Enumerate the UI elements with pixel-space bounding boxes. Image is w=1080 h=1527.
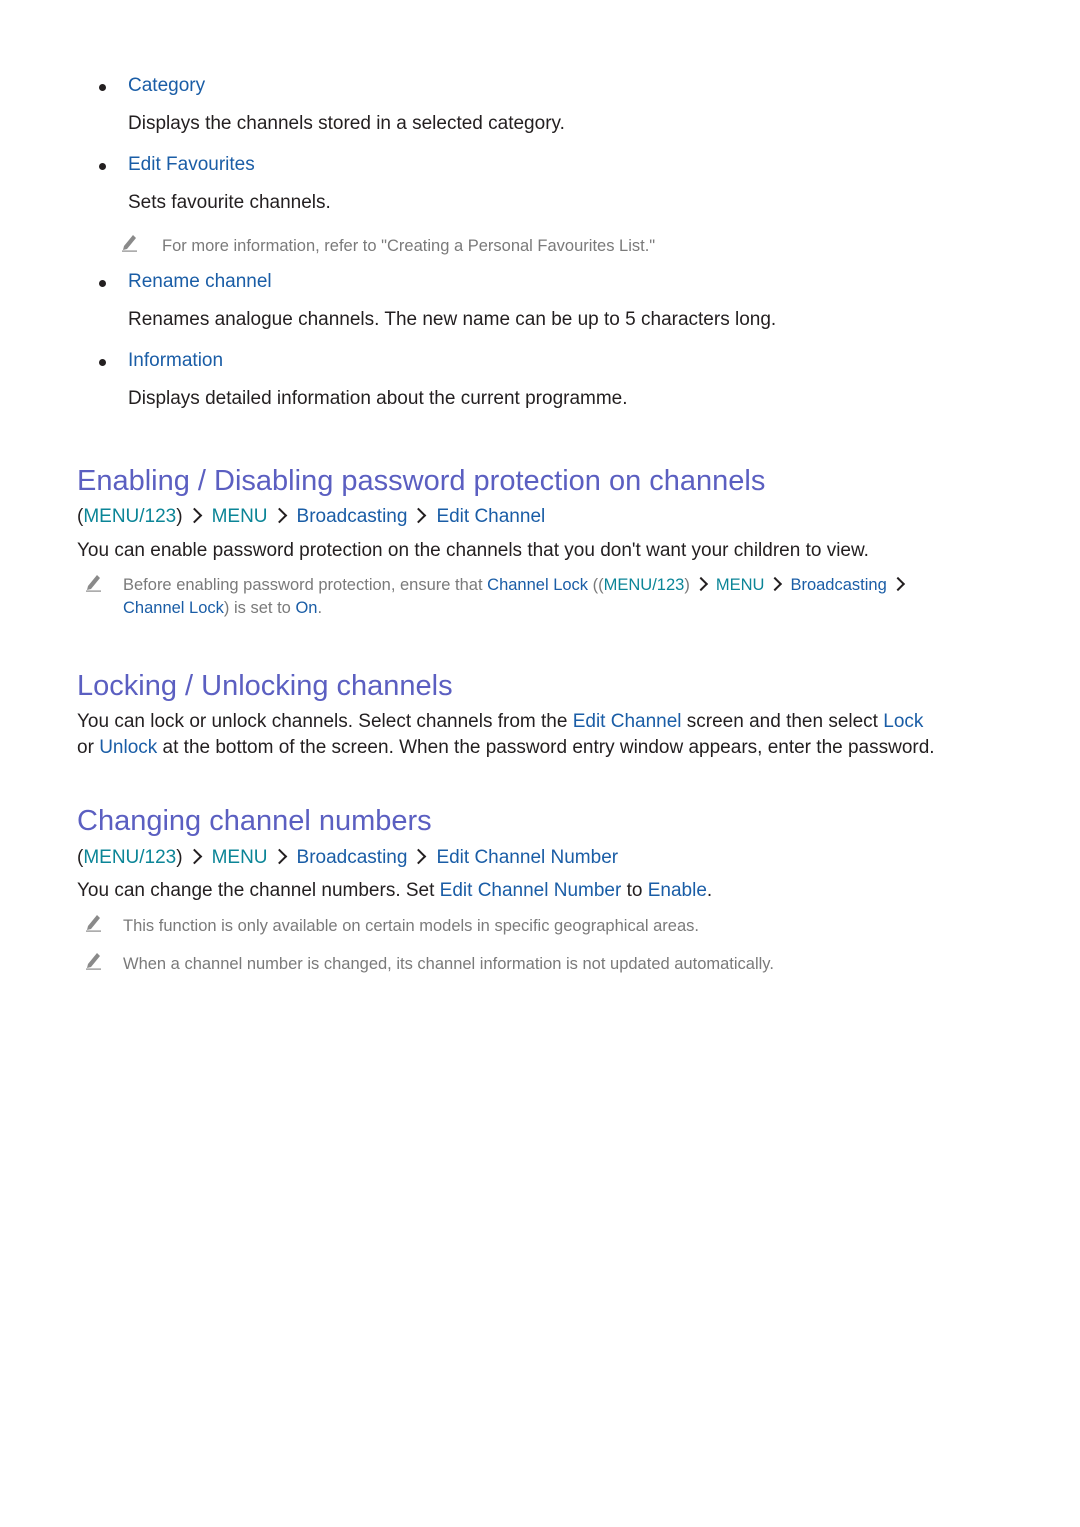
ui-term: Channel Lock [123, 599, 224, 617]
text-run: at the bottom of the screen. When the pa… [157, 737, 935, 758]
text-run: to [621, 880, 648, 901]
note-text: This function is only available on certa… [123, 914, 699, 938]
option-title-category: Category [128, 75, 206, 96]
text-run: (( [588, 576, 604, 594]
section-heading: Changing channel numbers [77, 805, 432, 837]
text-run: . [317, 599, 323, 617]
menu-term: MENU [211, 847, 268, 868]
text-run: You can lock or unlock channels. Select … [77, 711, 573, 732]
bullet-icon [99, 280, 106, 287]
option-title-edit-favourites: Edit Favourites [128, 154, 255, 175]
note-text: When a channel number is changed, its ch… [123, 952, 774, 976]
text-run: Displays the channels stored in a select… [128, 113, 565, 134]
option-title-information: Information [128, 350, 224, 371]
menu-term: MENU/123 [83, 847, 177, 868]
bullet-icon [99, 84, 106, 91]
ui-term: Edit Channel [572, 711, 682, 732]
chevron-right-icon [768, 576, 783, 592]
text-run: ) [176, 847, 183, 868]
body-text: You can enable password protection on th… [77, 539, 869, 563]
pencil-icon [122, 235, 137, 252]
breadcrumb: (MENU/123) MENU Broadcasting Edit Channel N… [77, 846, 618, 870]
ui-term: Enable [647, 880, 707, 901]
section-heading: Enabling / Disabling password protection… [77, 465, 766, 497]
text-run: Renames analogue channels. The new name … [128, 309, 777, 330]
chevron-right-icon [186, 848, 202, 865]
chevron-right-icon [890, 576, 905, 592]
ui-term: On [295, 599, 318, 617]
ui-term: Lock [883, 711, 924, 732]
text-run: When a channel number is changed, its ch… [123, 955, 774, 973]
menu-term: MENU [715, 576, 765, 594]
chevron-right-icon [411, 507, 427, 524]
text-run: Before enabling password protection, ens… [123, 576, 488, 594]
body-text: or Unlock at the bottom of the screen. W… [77, 736, 935, 760]
ui-term: Broadcasting [296, 506, 408, 527]
note-text: Before enabling password protection, ens… [123, 573, 913, 597]
text-run: screen and then select [681, 711, 884, 732]
text-run: ) [176, 506, 183, 527]
ui-term: Channel Lock [487, 576, 589, 594]
chevron-right-icon [693, 576, 708, 592]
ui-term: Edit Channel Number [436, 847, 619, 868]
text-run: You can enable password protection on th… [77, 540, 869, 561]
ui-term: Broadcasting [790, 576, 887, 594]
pencil-icon [86, 953, 101, 970]
bullet-icon [99, 163, 106, 170]
chevron-right-icon [186, 507, 202, 524]
option-desc: Displays detailed information about the … [128, 387, 628, 411]
chevron-right-icon [271, 507, 287, 524]
section-heading: Locking / Unlocking channels [77, 670, 453, 702]
ui-term: Unlock [99, 737, 158, 758]
text-run: This function is only available on certa… [123, 917, 699, 935]
body-text: You can lock or unlock channels. Select … [77, 710, 923, 734]
option-title-rename-channel: Rename channel [128, 271, 272, 292]
text-run: For more information, refer to "Creating… [162, 237, 656, 255]
menu-term: MENU/123 [603, 576, 685, 594]
option-desc: Displays the channels stored in a select… [128, 112, 565, 136]
text-run: or [77, 737, 100, 758]
ui-term: Broadcasting [296, 847, 408, 868]
pencil-icon [86, 575, 101, 592]
bullet-icon [99, 359, 106, 366]
text-run: ) [684, 576, 690, 594]
ui-term: Edit Channel Number [439, 880, 622, 901]
text-run: ) is set to [223, 599, 296, 617]
option-desc: Sets favourite channels. [128, 191, 331, 215]
chevron-right-icon [411, 848, 427, 865]
note-text: For more information, refer to "Creating… [162, 234, 655, 258]
option-desc: Renames analogue channels. The new name … [128, 308, 776, 332]
text-run: Displays detailed information about the … [128, 388, 628, 409]
chevron-right-icon [271, 848, 287, 865]
menu-term: MENU/123 [83, 506, 177, 527]
text-run: You can change the channel numbers. Set [77, 880, 440, 901]
pencil-icon [86, 915, 101, 932]
text-run: Sets favourite channels. [128, 192, 331, 213]
ui-term: Edit Channel [436, 506, 546, 527]
body-text: You can change the channel numbers. Set … [77, 879, 712, 903]
breadcrumb: (MENU/123) MENU Broadcasting Edit Channel [77, 505, 545, 529]
note-text: Channel Lock) is set to On. [123, 596, 322, 620]
menu-term: MENU [211, 506, 268, 527]
text-run: . [706, 880, 713, 901]
